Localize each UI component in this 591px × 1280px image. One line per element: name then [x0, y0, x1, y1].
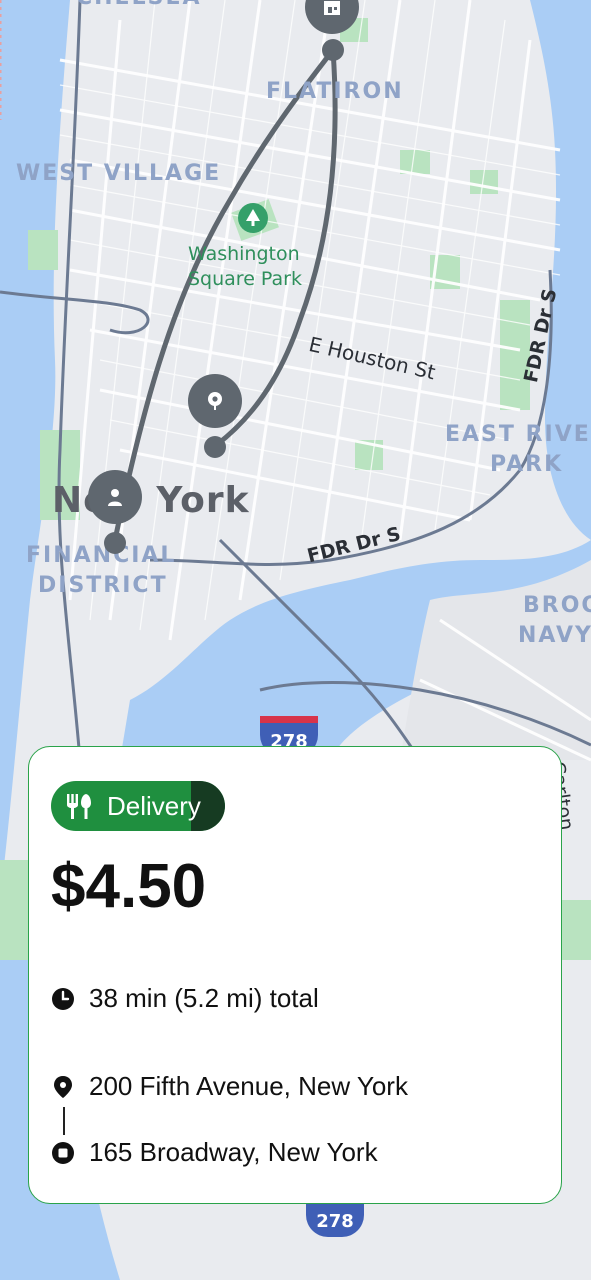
dropoff-square-icon — [52, 1141, 74, 1164]
neighborhood-label-financial-1: FINANCIAL — [26, 543, 177, 568]
city-label: New York — [52, 480, 250, 521]
route-connector-line — [63, 1107, 65, 1135]
neighborhood-label-west-village: WEST VILLAGE — [16, 161, 222, 186]
pickup-address: 200 Fifth Avenue, New York — [89, 1071, 408, 1101]
neighborhood-label-east-river-1: EAST RIVE — [445, 422, 591, 447]
neighborhood-label-east-river-2: PARK — [490, 452, 564, 477]
neighborhood-label-financial-2: DISTRICT — [38, 573, 168, 598]
delivery-offer-card[interactable]: Delivery $4.50 38 min (5.2 mi) total 200… — [28, 746, 562, 1204]
location-icon — [208, 392, 222, 410]
neighborhood-label-chelsea: CHELSEA — [76, 0, 202, 10]
pickup-pin-icon — [54, 1075, 72, 1098]
trip-duration-text: 38 min (5.2 mi) total — [89, 983, 319, 1013]
neighborhood-label-brooklyn-1: BROO — [523, 593, 591, 618]
tree-icon — [238, 203, 268, 233]
neighborhood-label-flatiron: FLATIRON — [266, 79, 404, 104]
clock-icon — [52, 987, 74, 1010]
store-icon — [324, 1, 340, 15]
route-dot — [322, 39, 344, 61]
delivery-badge: Delivery — [51, 781, 225, 831]
dropoff-row: 165 Broadway, New York — [51, 1137, 378, 1168]
park-label-line1: Washington — [188, 243, 300, 265]
person-icon — [108, 489, 122, 506]
customer-pin[interactable] — [88, 470, 142, 524]
offer-price: $4.50 — [51, 852, 207, 921]
pickup-row: 200 Fifth Avenue, New York — [51, 1071, 408, 1102]
badge-label: Delivery — [107, 790, 201, 821]
park-label-line2: Square Park — [188, 268, 302, 290]
utensils-icon — [67, 794, 91, 819]
pickup-pin[interactable] — [188, 374, 242, 428]
trip-duration-row: 38 min (5.2 mi) total — [51, 983, 319, 1014]
neighborhood-label-brooklyn-2: NAVY — [518, 623, 591, 648]
route-dot — [204, 436, 226, 458]
route-dot — [104, 532, 126, 554]
dropoff-address: 165 Broadway, New York — [89, 1137, 378, 1167]
